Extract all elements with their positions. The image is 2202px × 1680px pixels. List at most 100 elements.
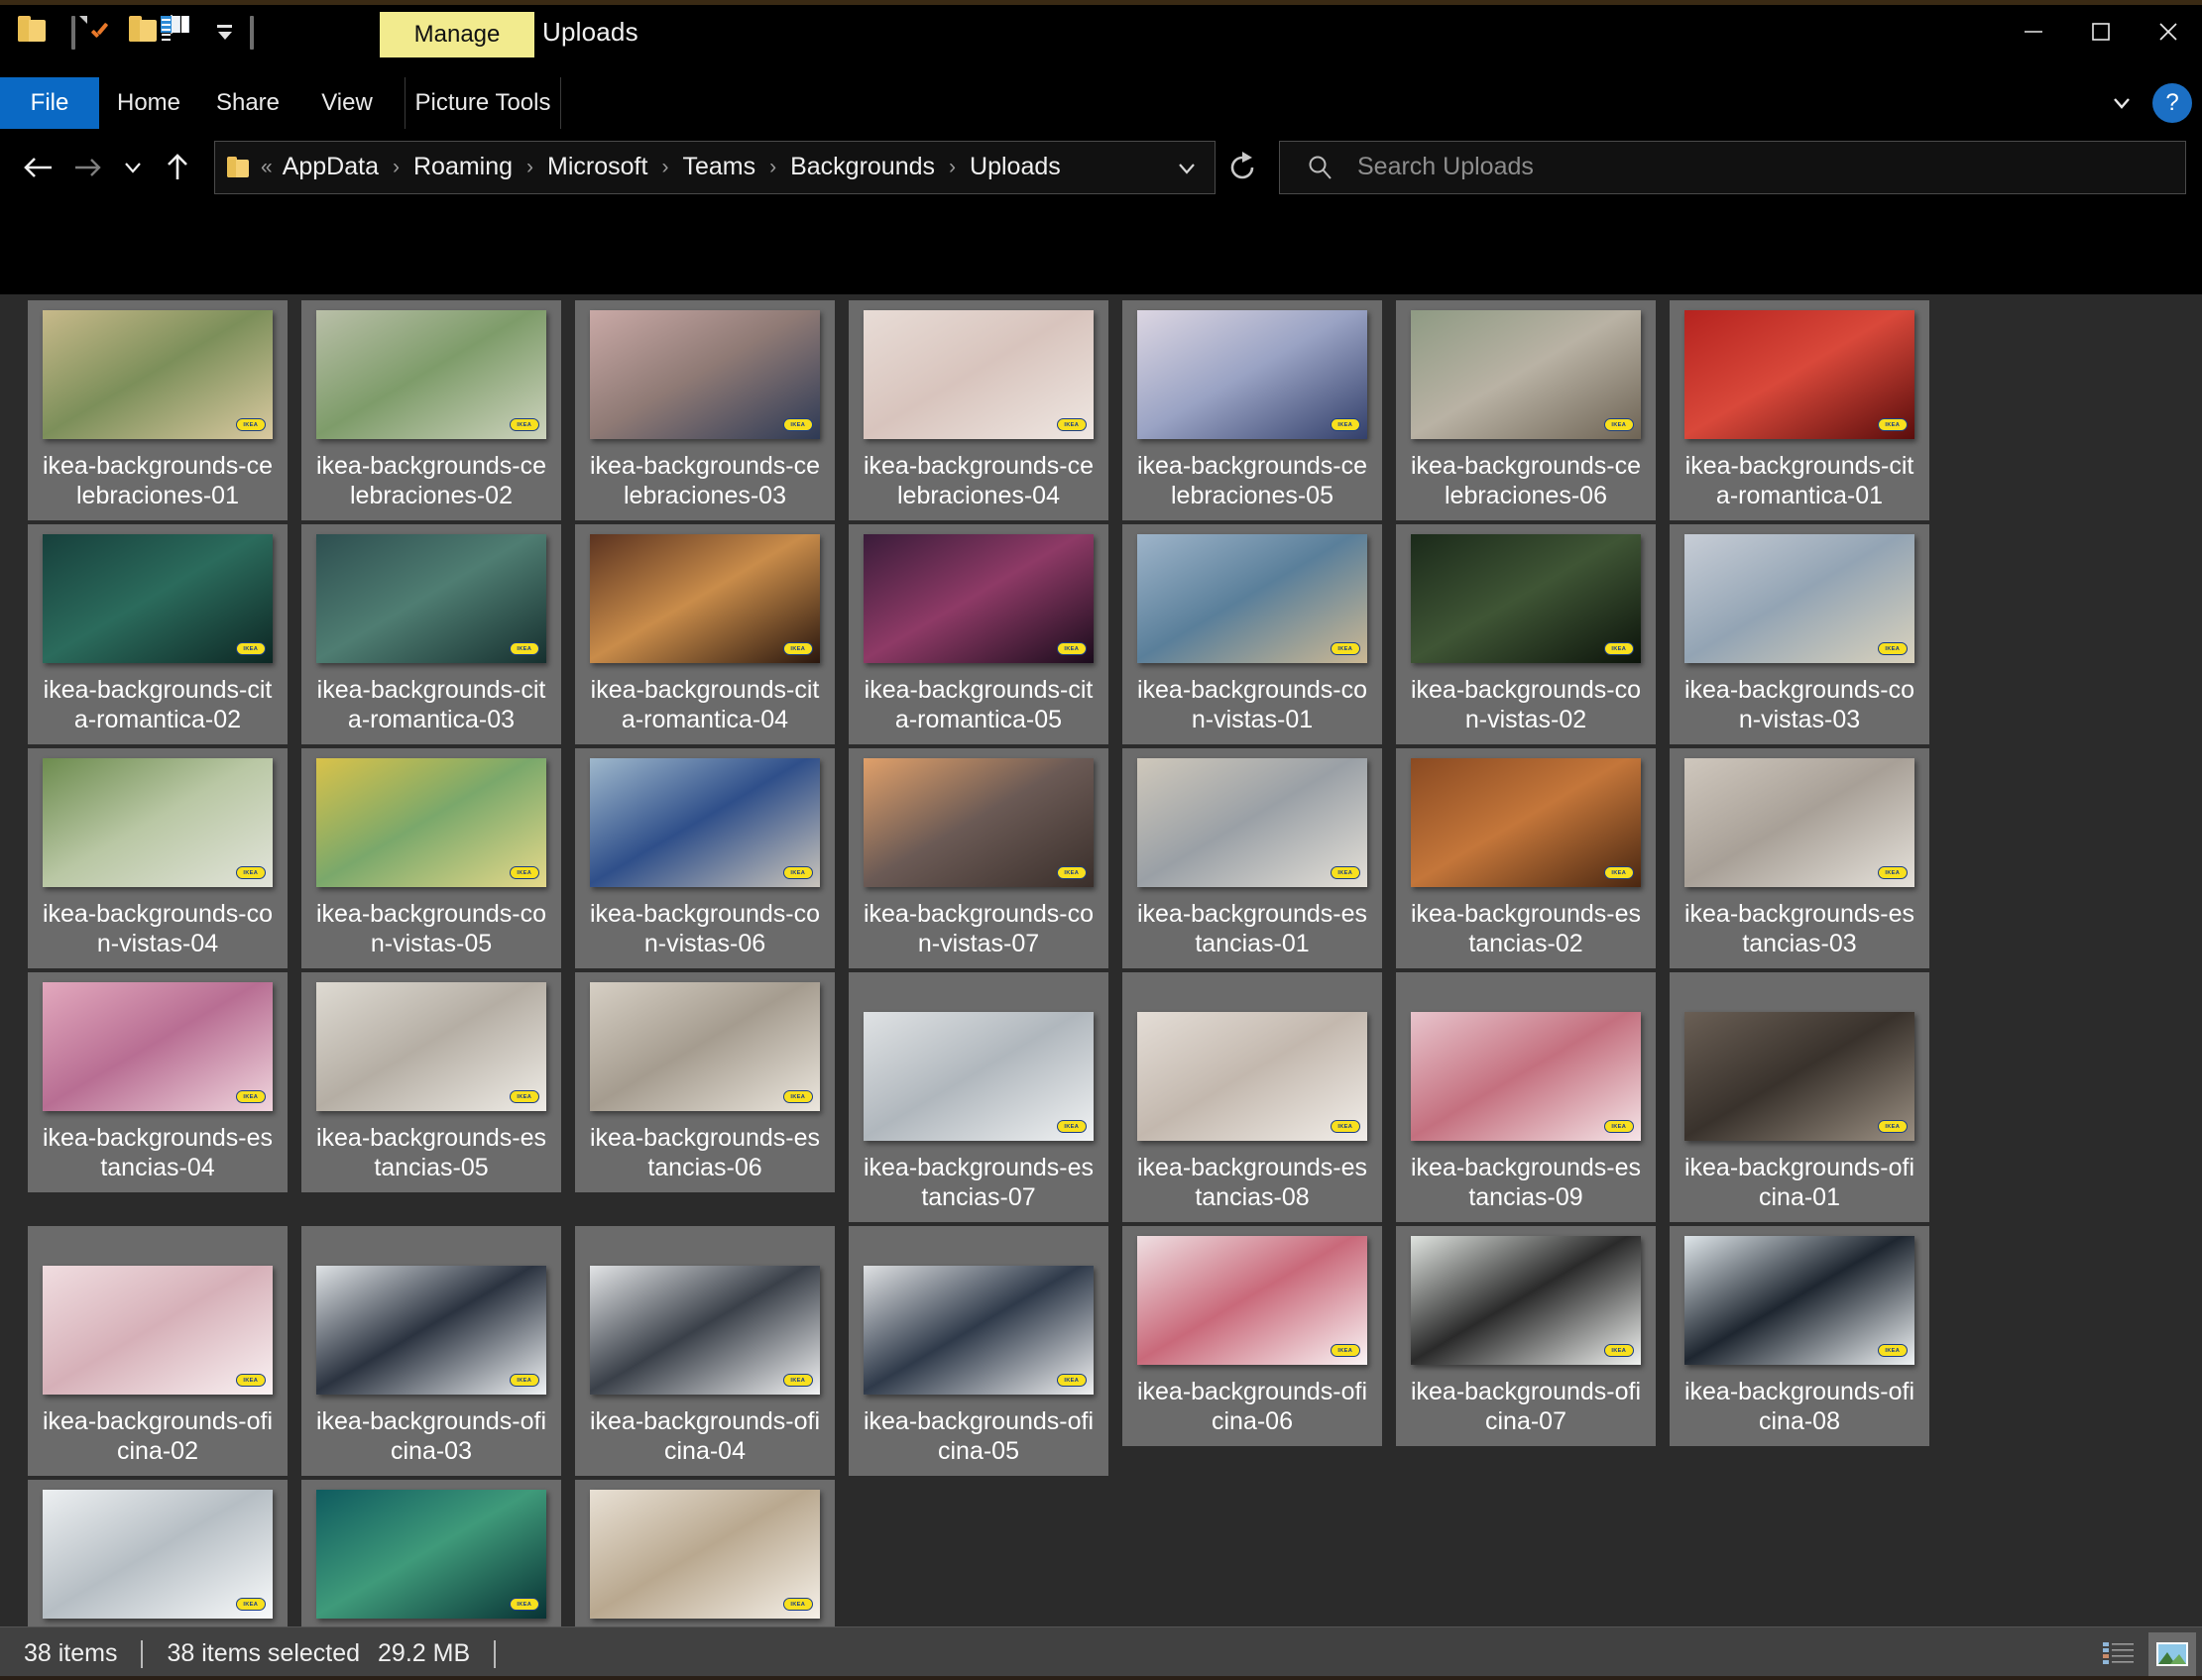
breadcrumb-overflow[interactable]: « (261, 156, 273, 179)
file-tile[interactable]: IKEA ikea-backgrounds-celebraciones-06 (1396, 300, 1656, 520)
file-tile[interactable]: IKEA ikea-backgrounds-con-vistas-02 (1396, 524, 1656, 744)
file-thumbnail: IKEA (864, 758, 1094, 887)
file-tile[interactable]: IKEA ikea-backgrounds-estancias-07 (849, 972, 1108, 1222)
refresh-button[interactable] (1217, 143, 1267, 192)
forward-button[interactable] (63, 143, 113, 192)
ikea-logo-icon: IKEA (1331, 418, 1360, 431)
file-thumbnail: IKEA (43, 310, 273, 439)
large-icons-view-icon[interactable] (2148, 1631, 2196, 1676)
file-tile[interactable]: IKEA ikea-backgrounds-con-vistas-06 (575, 748, 835, 968)
thumbnail-container: IKEA (590, 1266, 820, 1395)
file-thumbnail: IKEA (1137, 758, 1367, 887)
file-name-label: ikea-backgrounds-oficina-05 (863, 1407, 1095, 1465)
file-thumbnail: IKEA (590, 1266, 820, 1395)
file-tile[interactable]: IKEA ikea-backgrounds-oficina-06 (1122, 1226, 1382, 1446)
ikea-logo-icon: IKEA (510, 642, 539, 655)
file-thumbnail: IKEA (43, 1266, 273, 1395)
file-tile[interactable]: IKEA ikea-backgrounds-oficina-01 (1670, 972, 1929, 1222)
breadcrumb-separator[interactable]: › (949, 156, 956, 179)
ikea-logo-icon: IKEA (1331, 866, 1360, 879)
file-tile[interactable]: IKEA ikea-backgrounds-con-vistas-01 (1122, 524, 1382, 744)
file-tile[interactable]: IKEA ikea-backgrounds-estancias-08 (1122, 972, 1382, 1222)
manage-contextual-tab[interactable]: Manage (380, 12, 534, 57)
breadcrumb-separator[interactable]: › (769, 156, 776, 179)
file-name-label: ikea-backgrounds-cita-romantica-01 (1684, 452, 1914, 509)
breadcrumb-microsoft[interactable]: Microsoft (543, 151, 651, 183)
properties-icon[interactable] (87, 16, 121, 50)
file-tile[interactable]: IKEAikea-backgrounds-oficina-09 (28, 1480, 288, 1626)
file-tile[interactable]: IKEA ikea-backgrounds-celebraciones-03 (575, 300, 835, 520)
file-tile[interactable]: IKEA ikea-backgrounds-celebraciones-01 (28, 300, 288, 520)
file-tile[interactable]: IKEA ikea-backgrounds-cita-romantica-02 (28, 524, 288, 744)
ikea-logo-icon: IKEA (783, 642, 813, 655)
file-thumbnail: IKEA (316, 534, 546, 663)
up-button[interactable] (153, 143, 202, 192)
search-box[interactable]: Search Uploads (1279, 140, 2186, 194)
file-tile[interactable]: IKEA ikea-backgrounds-estancias-06 (575, 972, 835, 1192)
breadcrumb-separator[interactable]: › (661, 156, 668, 179)
ikea-logo-icon: IKEA (1057, 418, 1087, 431)
breadcrumb-uploads[interactable]: Uploads (966, 151, 1065, 183)
file-tile[interactable]: IKEA ikea-backgrounds-con-vistas-03 (1670, 524, 1929, 744)
search-input[interactable]: Search Uploads (1357, 153, 1534, 181)
thumbnail-container: IKEA (1137, 310, 1367, 439)
file-tile[interactable]: IKEA ikea-backgrounds-oficina-02 (28, 1226, 288, 1476)
breadcrumb-roaming[interactable]: Roaming (409, 151, 517, 183)
customize-quick-access-caret-icon[interactable] (212, 16, 238, 50)
file-tile[interactable]: IKEA ikea-backgrounds-con-vistas-04 (28, 748, 288, 968)
ikea-logo-icon: IKEA (1878, 418, 1908, 431)
breadcrumb-separator[interactable]: › (393, 156, 400, 179)
file-tile[interactable]: IKEA ikea-backgrounds-celebraciones-02 (301, 300, 561, 520)
file-tile[interactable]: IKEAikea-backgrounds-oficina-10 (301, 1480, 561, 1626)
new-folder-icon[interactable] (129, 16, 163, 50)
file-tile[interactable]: IKEA ikea-backgrounds-celebraciones-05 (1122, 300, 1382, 520)
breadcrumb-backgrounds[interactable]: Backgrounds (786, 151, 939, 183)
file-list-pane[interactable]: IKEA ikea-backgrounds-celebraciones-01 IKE… (0, 294, 2202, 1626)
thumbnail-container: IKEA (316, 534, 546, 663)
file-tile[interactable]: IKEAikea-backgrounds-oficina-11 (575, 1480, 835, 1626)
folder-icon[interactable] (18, 16, 52, 50)
minimize-button[interactable] (2000, 5, 2067, 58)
tab-picture-tools[interactable]: Picture Tools (405, 77, 561, 129)
file-tile[interactable]: IKEA ikea-backgrounds-estancias-09 (1396, 972, 1656, 1222)
recent-locations-button[interactable] (113, 143, 153, 192)
file-tile[interactable]: IKEA ikea-backgrounds-oficina-05 (849, 1226, 1108, 1476)
file-tile[interactable]: IKEA ikea-backgrounds-estancias-01 (1122, 748, 1382, 968)
breadcrumb-teams[interactable]: Teams (678, 151, 759, 183)
file-thumbnail: IKEA (1411, 310, 1641, 439)
thumbnail-container: IKEA (1684, 310, 1914, 439)
tab-share[interactable]: Share (198, 77, 297, 129)
file-tile[interactable]: IKEA ikea-backgrounds-oficina-03 (301, 1226, 561, 1476)
properties-pane-icon[interactable] (161, 15, 204, 50)
breadcrumb-appdata[interactable]: AppData (279, 151, 383, 183)
back-button[interactable] (14, 143, 63, 192)
breadcrumb-separator[interactable]: › (526, 156, 533, 179)
maximize-button[interactable] (2067, 5, 2135, 58)
file-tile[interactable]: IKEA ikea-backgrounds-cita-romantica-01 (1670, 300, 1929, 520)
file-thumbnail: IKEA (1137, 534, 1367, 663)
file-tile[interactable]: IKEA ikea-backgrounds-estancias-04 (28, 972, 288, 1192)
file-tile[interactable]: IKEA ikea-backgrounds-cita-romantica-03 (301, 524, 561, 744)
file-tile[interactable]: IKEA ikea-backgrounds-oficina-07 (1396, 1226, 1656, 1446)
file-tile[interactable]: IKEA ikea-backgrounds-estancias-05 (301, 972, 561, 1192)
file-tile[interactable]: IKEA ikea-backgrounds-con-vistas-07 (849, 748, 1108, 968)
tab-view[interactable]: View (297, 77, 397, 129)
file-thumbnail: IKEA (316, 982, 546, 1111)
address-dropdown-icon[interactable] (1167, 143, 1207, 192)
details-view-icon[interactable] (2095, 1632, 2143, 1676)
file-tile[interactable]: IKEA ikea-backgrounds-oficina-04 (575, 1226, 835, 1476)
help-button[interactable]: ? (2152, 83, 2192, 123)
file-tile[interactable]: IKEA ikea-backgrounds-cita-romantica-04 (575, 524, 835, 744)
file-tile[interactable]: IKEA ikea-backgrounds-estancias-02 (1396, 748, 1656, 968)
address-bar[interactable]: « AppData › Roaming › Microsoft › Teams … (214, 140, 1216, 194)
file-tile[interactable]: IKEA ikea-backgrounds-celebraciones-04 (849, 300, 1108, 520)
chevron-down-icon[interactable] (2107, 88, 2137, 118)
thumbnail-container: IKEA (1684, 1236, 1914, 1365)
file-tile[interactable]: IKEA ikea-backgrounds-estancias-03 (1670, 748, 1929, 968)
close-button[interactable] (2135, 5, 2202, 58)
file-tile[interactable]: IKEA ikea-backgrounds-oficina-08 (1670, 1226, 1929, 1446)
file-tile[interactable]: IKEA ikea-backgrounds-con-vistas-05 (301, 748, 561, 968)
file-tile[interactable]: IKEA ikea-backgrounds-cita-romantica-05 (849, 524, 1108, 744)
tab-file[interactable]: File (0, 77, 99, 129)
tab-home[interactable]: Home (99, 77, 198, 129)
